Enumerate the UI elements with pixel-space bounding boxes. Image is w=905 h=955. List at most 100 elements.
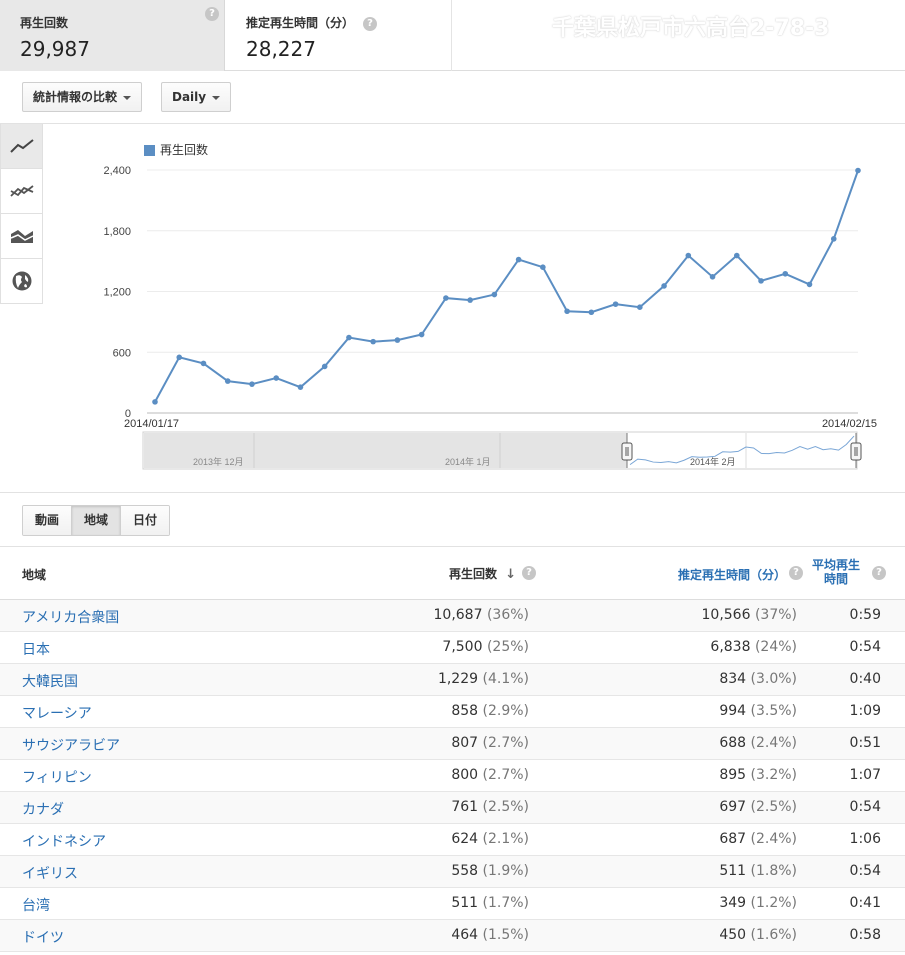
column-header-watch-time[interactable]: 推定再生時間（分） — [678, 566, 786, 583]
region-link[interactable]: サウジアラビア — [22, 735, 120, 755]
data-point[interactable] — [370, 338, 376, 345]
views-value: 1,229 — [437, 671, 479, 687]
help-icon[interactable]: ? — [872, 566, 886, 580]
data-point[interactable] — [758, 278, 764, 284]
views-value: 558 — [451, 863, 479, 879]
tab-date[interactable]: 日付 — [121, 506, 170, 535]
region-link[interactable]: イギリス — [22, 863, 78, 883]
range-navigator[interactable]: 2013年 12月 2014年 1月 2014年 2月 — [142, 431, 862, 470]
line-chart-button[interactable] — [0, 124, 43, 169]
data-point[interactable] — [176, 354, 183, 361]
data-point[interactable] — [540, 264, 546, 270]
data-point[interactable] — [152, 399, 158, 405]
data-point[interactable] — [321, 363, 328, 370]
data-point[interactable] — [394, 337, 401, 343]
table-row: カナダ 761 (2.5%) 697 (2.5%) 0:54 — [0, 792, 905, 824]
data-point[interactable] — [249, 381, 255, 387]
views-cell: 761 (2.5%) — [451, 799, 529, 815]
stacked-area-button[interactable] — [0, 214, 43, 259]
data-point[interactable] — [855, 167, 861, 174]
tab-video[interactable]: 動画 — [23, 506, 73, 535]
multiline-chart-button[interactable] — [0, 169, 43, 214]
watch-time-value: 450 — [719, 927, 747, 943]
watch-time-cell: 994 (3.5%) — [719, 703, 797, 719]
avg-duration-cell: 0:58 — [849, 927, 881, 943]
column-header-views[interactable]: 再生回数 ↓ — [449, 565, 516, 582]
data-point[interactable] — [491, 291, 498, 298]
data-point[interactable] — [418, 331, 425, 338]
data-point[interactable] — [685, 252, 692, 259]
watch-time-cell: 834 (3.0%) — [719, 671, 797, 687]
avg-duration-cell: 0:40 — [849, 671, 881, 687]
watch-time-value: 687 — [719, 831, 747, 847]
region-link[interactable]: インドネシア — [22, 831, 106, 851]
watch-time-percent: (2.5%) — [750, 799, 798, 815]
map-view-button[interactable] — [0, 259, 43, 304]
metric-tabs: 再生回数 29,987 ? 推定再生時間（分） 28,227 ? 千葉県松戸市六… — [0, 0, 905, 71]
table-row: イギリス 558 (1.9%) 511 (1.8%) 0:54 — [0, 856, 905, 888]
metric-tab-views[interactable]: 再生回数 29,987 ? — [0, 0, 225, 71]
watch-time-percent: (1.8%) — [750, 863, 798, 879]
column-header-avg-duration[interactable]: 平均再生 時間 — [812, 558, 860, 586]
data-point[interactable] — [273, 375, 280, 381]
help-icon[interactable]: ? — [789, 566, 803, 580]
region-link[interactable]: 台湾 — [22, 895, 50, 915]
tab-region[interactable]: 地域 — [72, 506, 122, 535]
watch-time-cell: 450 (1.6%) — [719, 927, 797, 943]
views-cell: 464 (1.5%) — [451, 927, 529, 943]
address-watermark: 千葉県松戸市六高台2-78-3 — [552, 16, 830, 41]
views-cell: 511 (1.7%) — [451, 895, 529, 911]
region-link[interactable]: マレーシア — [22, 703, 92, 723]
data-point[interactable] — [200, 360, 207, 367]
avg-duration-cell: 0:41 — [849, 895, 881, 911]
globe-map-icon — [12, 271, 31, 291]
region-link[interactable]: カナダ — [22, 799, 64, 819]
table-row: 日本 7,500 (25%) 6,838 (24%) 0:54 — [0, 632, 905, 664]
metric-tab-watch-time[interactable]: 推定再生時間（分） 28,227 ? — [226, 0, 452, 71]
views-percent: (1.7%) — [482, 895, 530, 911]
help-icon[interactable]: ? — [363, 17, 377, 31]
x-start-label: 2014/01/17 — [124, 418, 179, 430]
dimension-tabs: 動画 地域 日付 — [22, 505, 171, 536]
data-point[interactable] — [564, 308, 570, 315]
data-point[interactable] — [515, 256, 522, 263]
data-point[interactable] — [830, 236, 837, 242]
data-point[interactable] — [467, 297, 473, 303]
data-point[interactable] — [733, 252, 740, 259]
region-link[interactable]: アメリカ合衆国 — [22, 607, 119, 627]
data-point[interactable] — [709, 274, 716, 280]
data-point[interactable] — [806, 281, 813, 288]
data-point[interactable] — [443, 295, 449, 301]
data-point[interactable] — [661, 283, 667, 289]
watch-time-value: 834 — [719, 671, 747, 687]
y-tick-label: 600 — [113, 347, 131, 359]
watch-time-percent: (1.2%) — [750, 895, 798, 911]
data-point[interactable] — [346, 334, 352, 341]
data-point[interactable] — [588, 309, 595, 316]
help-icon[interactable]: ? — [205, 7, 219, 21]
watch-time-value: 994 — [719, 703, 747, 719]
views-series — [152, 167, 861, 405]
region-link[interactable]: フィリピン — [22, 767, 92, 787]
region-link[interactable]: 日本 — [22, 639, 50, 659]
data-point[interactable] — [224, 378, 231, 384]
column-header-region[interactable]: 地域 — [22, 566, 46, 583]
sort-desc-icon: ↓ — [505, 567, 517, 582]
help-icon[interactable]: ? — [522, 566, 536, 580]
views-cell: 1,229 (4.1%) — [438, 671, 529, 687]
data-point[interactable] — [637, 304, 643, 310]
watch-time-cell: 10,566 (37%) — [702, 607, 798, 623]
watch-time-value: 697 — [719, 799, 747, 815]
region-link[interactable]: 大韓民国 — [22, 671, 78, 691]
compare-metrics-button[interactable]: 統計情報の比較 — [22, 82, 143, 112]
data-point[interactable] — [612, 301, 619, 307]
views-cell: 624 (2.1%) — [451, 831, 529, 847]
interval-dropdown[interactable]: Daily — [161, 82, 232, 112]
region-link[interactable]: ドイツ — [22, 927, 64, 947]
avg-duration-cell: 0:51 — [849, 735, 881, 751]
avg-duration-cell: 1:07 — [849, 767, 881, 783]
data-point[interactable] — [782, 270, 789, 277]
watch-time-cell: 6,838 (24%) — [710, 639, 797, 655]
data-point[interactable] — [297, 384, 304, 390]
views-percent: (2.7%) — [482, 767, 530, 783]
